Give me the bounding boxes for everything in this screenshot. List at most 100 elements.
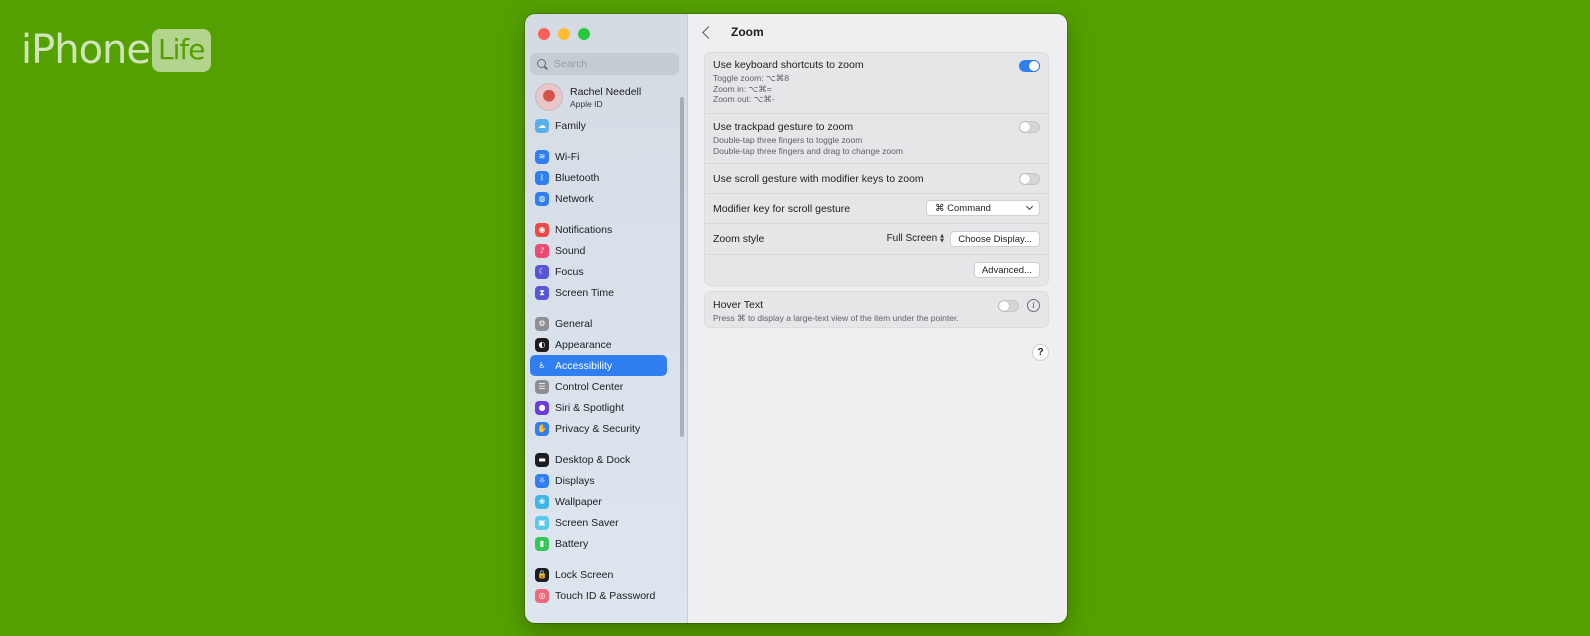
sidebar-item-focus[interactable]: ☾ Focus xyxy=(530,261,667,282)
wifi-icon: ≋ xyxy=(535,149,549,164)
zoom-style-title: Zoom style xyxy=(713,233,765,245)
sidebar-item-label: Sound xyxy=(555,244,586,257)
sound-icon: ♪ xyxy=(535,243,549,258)
sidebar: Search Rachel Needell Apple ID ☁ Family ≋ W… xyxy=(525,14,688,623)
zoom-window-button[interactable] xyxy=(578,28,590,40)
sidebar-item-displays[interactable]: ☼ Displays xyxy=(530,470,667,491)
help-button[interactable]: ? xyxy=(1032,344,1049,361)
choose-display-button[interactable]: Choose Display... xyxy=(950,231,1040,247)
modifier-key-select[interactable]: ⌘ Command xyxy=(926,200,1040,216)
sidebar-item-touch-id-password[interactable]: ◎ Touch ID & Password xyxy=(530,585,667,606)
sidebar-item-label: Wi-Fi xyxy=(555,150,580,163)
wallpaper-icon: ❀ xyxy=(535,494,549,509)
pane-header: Zoom xyxy=(688,14,1067,50)
scroll-gesture-row: Use scroll gesture with modifier keys to… xyxy=(705,164,1048,194)
network-icon: ◍ xyxy=(535,191,549,206)
trackpad-toggle-hint: Double-tap three fingers to toggle zoom xyxy=(713,135,863,145)
close-button[interactable] xyxy=(538,28,550,40)
bluetooth-icon: ᛒ xyxy=(535,170,549,185)
trackpad-gesture-toggle[interactable] xyxy=(1019,121,1040,133)
sidebar-item-accessibility[interactable]: ♿ Accessibility xyxy=(530,355,667,376)
hover-text-toggle[interactable] xyxy=(998,300,1019,312)
sidebar-item-general[interactable]: ⚙ General xyxy=(530,313,667,334)
zoom-style-popup[interactable]: Full Screen ▲ ▼ xyxy=(887,233,944,244)
sidebar-item-lock-screen[interactable]: 🔒 Lock Screen xyxy=(530,564,667,585)
search-field[interactable]: Search xyxy=(530,53,679,75)
zoom-settings-pane: Zoom Use keyboard shortcuts to zoom Togg… xyxy=(688,14,1067,623)
sidebar-item-label: Appearance xyxy=(555,338,612,351)
sidebar-item-label: Network xyxy=(555,192,594,205)
sidebar-scrollbar[interactable] xyxy=(680,97,684,437)
sidebar-item-screen-saver[interactable]: ▣ Screen Saver xyxy=(530,512,667,533)
minimize-button[interactable] xyxy=(558,28,570,40)
iphonelife-watermark-logo: iPhone Life xyxy=(21,24,211,76)
keyboard-shortcuts-toggle[interactable] xyxy=(1019,60,1040,72)
sidebar-item-label: General xyxy=(555,317,593,330)
sidebar-item-label: Wallpaper xyxy=(555,495,602,508)
appearance-icon: ◐ xyxy=(535,337,549,352)
chevron-down-icon xyxy=(1025,203,1035,213)
family-icon: ☁ xyxy=(535,118,549,133)
hover-text-description: Press ⌘ to display a large-text view of … xyxy=(713,313,959,323)
notifications-icon: ◉ xyxy=(535,222,549,237)
sidebar-item-label: Siri & Spotlight xyxy=(555,401,624,414)
advanced-row: Advanced... xyxy=(705,255,1048,285)
sidebar-item-network[interactable]: ◍ Network xyxy=(530,188,667,209)
sidebar-item-label: Family xyxy=(555,119,586,132)
sidebar-item-battery[interactable]: ▮ Battery xyxy=(530,533,667,554)
sidebar-item-notifications[interactable]: ◉ Notifications xyxy=(530,219,667,240)
siri-icon: ● xyxy=(535,400,549,415)
trackpad-gesture-row: Use trackpad gesture to zoom Double-tap … xyxy=(705,114,1048,164)
privacy-icon: ✋ xyxy=(535,421,549,436)
sidebar-item-label: Focus xyxy=(555,265,584,278)
scroll-gesture-toggle[interactable] xyxy=(1019,173,1040,185)
avatar xyxy=(535,83,563,111)
sidebar-item-label: Screen Time xyxy=(555,286,614,299)
search-placeholder: Search xyxy=(554,58,588,70)
sidebar-item-appearance[interactable]: ◐ Appearance xyxy=(530,334,667,355)
scroll-gesture-title: Use scroll gesture with modifier keys to… xyxy=(713,172,924,185)
accessibility-icon: ♿ xyxy=(535,358,549,373)
sidebar-item-label: Accessibility xyxy=(555,359,613,372)
sidebar-item-wallpaper[interactable]: ❀ Wallpaper xyxy=(530,491,667,512)
sidebar-item-privacy-security[interactable]: ✋ Privacy & Security xyxy=(530,418,667,439)
sidebar-item-desktop-dock[interactable]: ▬ Desktop & Dock xyxy=(530,449,667,470)
zoom-in-shortcut: Zoom in: ⌥⌘= xyxy=(713,83,772,94)
sidebar-item-family[interactable]: ☁ Family xyxy=(530,115,667,136)
toggle-zoom-shortcut: Toggle zoom: ⌥⌘8 xyxy=(713,73,789,83)
logo-text: iPhone xyxy=(21,27,151,73)
up-down-chevron-icon: ▲ ▼ xyxy=(940,232,944,244)
screen-saver-icon: ▣ xyxy=(535,515,549,530)
sidebar-item-label: Bluetooth xyxy=(555,171,600,184)
sidebar-item-screen-time[interactable]: ⧗ Screen Time xyxy=(530,282,667,303)
zoom-style-row: Zoom style Full Screen ▲ ▼ Choose Display… xyxy=(705,224,1048,255)
settings-window: Search Rachel Needell Apple ID ☁ Family ≋ W… xyxy=(525,14,1067,623)
apple-id-profile[interactable]: Rachel Needell Apple ID xyxy=(535,83,641,111)
zoom-options-group: Use keyboard shortcuts to zoom Toggle zo… xyxy=(704,52,1049,286)
keyboard-shortcuts-title: Use keyboard shortcuts to zoom xyxy=(713,59,864,71)
sidebar-item-wi-fi[interactable]: ≋ Wi-Fi xyxy=(530,146,667,167)
page-title: Zoom xyxy=(731,25,764,39)
sidebar-item-label: Screen Saver xyxy=(555,516,619,529)
screen-time-icon: ⧗ xyxy=(535,285,549,300)
sidebar-item-siri-spotlight[interactable]: ● Siri & Spotlight xyxy=(530,397,667,418)
sidebar-item-bluetooth[interactable]: ᛒ Bluetooth xyxy=(530,167,667,188)
hover-text-row: Hover Text Press ⌘ to display a large-te… xyxy=(705,292,1048,329)
fingerprint-icon: ◎ xyxy=(535,588,549,603)
sidebar-item-label: Lock Screen xyxy=(555,568,614,581)
info-icon[interactable]: i xyxy=(1027,299,1040,312)
profile-subtitle: Apple ID xyxy=(570,98,603,109)
battery-icon: ▮ xyxy=(535,536,549,551)
back-chevron-icon[interactable] xyxy=(702,25,715,39)
sidebar-item-sound[interactable]: ♪ Sound xyxy=(530,240,667,261)
general-icon: ⚙ xyxy=(535,316,549,331)
sidebar-item-label: Desktop & Dock xyxy=(555,453,631,466)
advanced-button[interactable]: Advanced... xyxy=(973,262,1040,278)
focus-icon: ☾ xyxy=(535,264,549,279)
window-controls xyxy=(538,28,590,40)
modifier-key-row: Modifier key for scroll gesture ⌘ Comman… xyxy=(705,194,1048,224)
sidebar-item-label: Notifications xyxy=(555,223,613,236)
sidebar-item-control-center[interactable]: ☰ Control Center xyxy=(530,376,667,397)
modifier-key-value: ⌘ Command xyxy=(935,202,991,214)
sidebar-item-label: Privacy & Security xyxy=(555,422,641,435)
